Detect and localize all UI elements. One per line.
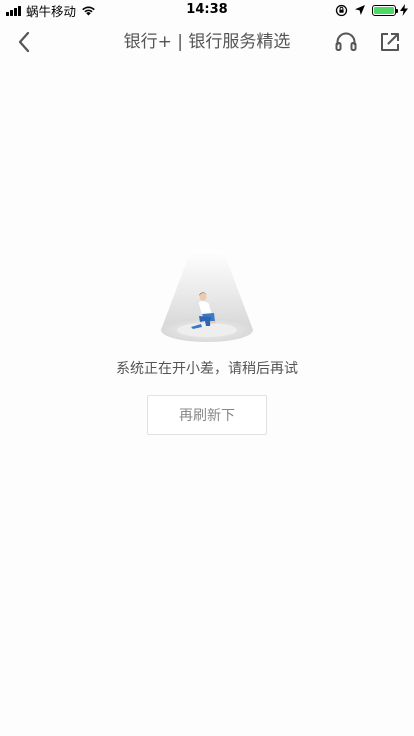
status-bar: 蜗牛移动 14:38: [0, 0, 414, 20]
orientation-lock-icon: [335, 4, 348, 16]
back-button[interactable]: [10, 28, 38, 56]
page-title: 银行+ | 银行服务精选: [123, 32, 291, 52]
error-illustration: [157, 250, 257, 346]
battery-level: [374, 6, 394, 14]
chevron-left-icon: [18, 31, 30, 53]
app-screen: 蜗牛移动 14:38 银行+ | 银行服务精选 系统正在开小差，请稍后再试 再刷…: [0, 0, 414, 736]
customer-service-button[interactable]: [332, 28, 360, 56]
error-message: 系统正在开小差，请稍后再试: [116, 361, 298, 377]
refresh-button[interactable]: 再刷新下: [147, 395, 267, 435]
headset-icon: [335, 32, 357, 51]
external-share-icon: [381, 33, 399, 51]
navigation-bar: 银行+ | 银行服务精选: [0, 20, 414, 64]
location-arrow-icon: [355, 5, 365, 15]
share-button[interactable]: [376, 28, 404, 56]
status-right: [335, 3, 408, 17]
charging-bolt-icon: [400, 4, 408, 16]
battery-icon: [372, 4, 398, 16]
person-spotlight-illustration: [161, 250, 253, 342]
